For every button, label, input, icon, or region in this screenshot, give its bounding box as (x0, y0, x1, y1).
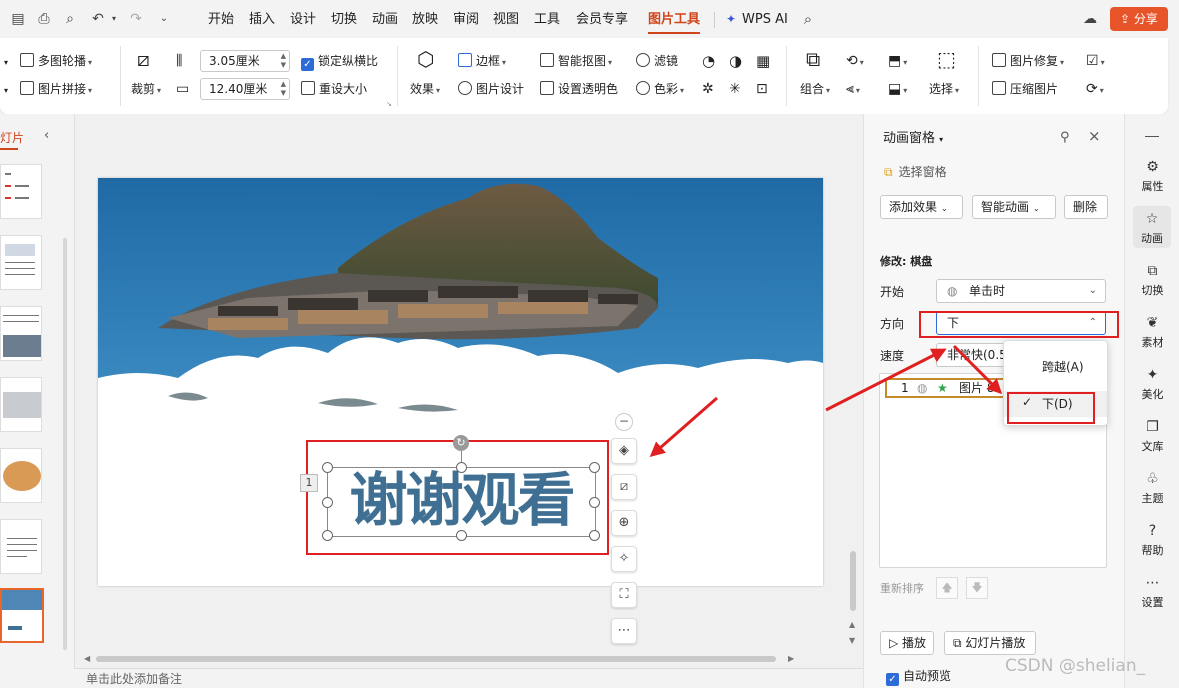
rail-settings[interactable]: ⋯ 设置 (1125, 574, 1179, 610)
right-task-rail: ⚙ 属性 ☆ 动画 ⧉ 切换 ❦ 素材 ✦ 美化 ❐ 文库 ♧ 主题 ? 帮助 ⋯ 设置 (1124, 114, 1179, 688)
rail-help[interactable]: ? 帮助 (1125, 522, 1179, 558)
arrow-to-down-option (952, 344, 1003, 395)
collapse-rail-icon[interactable] (1145, 136, 1159, 137)
properties-icon: ⚙ (1146, 159, 1159, 175)
rail-library[interactable]: ❐ 文库 (1125, 418, 1179, 454)
rail-material[interactable]: ❦ 素材 (1125, 314, 1179, 350)
arrow-to-layers-tool (649, 396, 718, 457)
help-icon: ? (1148, 523, 1157, 539)
rail-animation[interactable]: ☆ 动画 (1133, 206, 1171, 248)
library-icon: ❐ (1146, 419, 1159, 435)
rail-theme[interactable]: ♧ 主题 (1125, 470, 1179, 506)
rail-beautify[interactable]: ✦ 美化 (1125, 366, 1179, 402)
wps-presentation-window: ▤ ⎙ ⌕ ↶ ▾ ↷ ⌄ 开始 插入 设计 切换 动画 放映 审阅 视图 工具… (0, 0, 1179, 688)
rail-properties[interactable]: ⚙ 属性 (1125, 158, 1179, 194)
material-icon: ❦ (1146, 315, 1159, 331)
csdn-watermark: CSDN @shelian_ (1005, 656, 1146, 676)
theme-shirt-icon: ♧ (1146, 471, 1159, 487)
arrow-to-direction (825, 348, 947, 412)
annotation-arrows (649, 344, 1003, 457)
animation-star-icon: ☆ (1145, 211, 1159, 227)
more-dots-icon: ⋯ (1145, 575, 1160, 591)
transition-icon: ⧉ (1147, 263, 1158, 279)
beautify-wand-icon: ✦ (1146, 367, 1159, 383)
rail-transition[interactable]: ⧉ 切换 (1125, 262, 1179, 298)
